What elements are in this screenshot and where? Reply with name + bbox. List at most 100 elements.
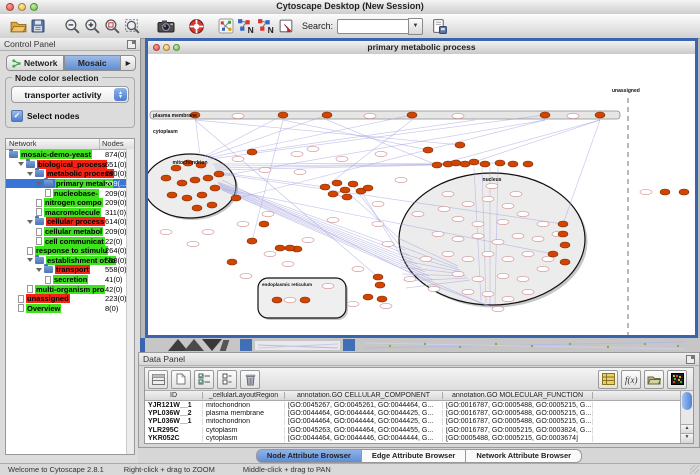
- column-header[interactable]: annotation.GO MOLECULAR_FUNCTION: [443, 392, 593, 399]
- table-cell[interactable]: [GO:0016787, GO:0005488, GO:0005215, G..…: [443, 410, 593, 417]
- table-cell[interactable]: [GO:0045267, GO:0045261, GO:0044464, G..…: [285, 402, 443, 409]
- small-node[interactable]: [395, 177, 407, 182]
- save-session-button[interactable]: [28, 16, 48, 36]
- tree-row-cellular-process[interactable]: cellular process614(0): [6, 217, 134, 227]
- table-cell[interactable]: [GO:0044464, GO:0044444, GO:0044425, G..…: [285, 410, 443, 417]
- small-node[interactable]: [462, 256, 474, 261]
- resize-grip[interactable]: [690, 465, 699, 474]
- selected-node[interactable]: [423, 147, 433, 153]
- selected-node[interactable]: [227, 259, 237, 265]
- tree-scrollbar[interactable]: [126, 149, 134, 454]
- small-node[interactable]: [486, 183, 498, 188]
- edge[interactable]: [221, 188, 429, 276]
- small-node[interactable]: [202, 229, 214, 234]
- tab-node-attribute-browser[interactable]: Node Attribute Browser: [256, 449, 362, 463]
- tree-row-response-to-stimulu[interactable]: response to stimulu264(0): [6, 246, 134, 256]
- table-cell[interactable]: YJR121W__1: [145, 402, 203, 409]
- open-session-button[interactable]: [8, 16, 28, 36]
- selected-node[interactable]: [182, 195, 192, 201]
- small-node[interactable]: [492, 306, 504, 311]
- tree-row-transport[interactable]: transport558(0): [6, 265, 134, 275]
- small-node[interactable]: [380, 303, 392, 308]
- new-attribute-button[interactable]: [171, 370, 191, 389]
- selected-node[interactable]: [278, 112, 288, 118]
- selected-node[interactable]: [285, 245, 295, 251]
- selected-node[interactable]: [523, 161, 533, 167]
- expand-arrow-icon[interactable]: [27, 220, 33, 224]
- tree-row-macromolecule[interactable]: macromolecule311(0): [6, 208, 134, 218]
- unselect-attributes-button[interactable]: [217, 370, 237, 389]
- layout-region-button[interactable]: [216, 16, 236, 36]
- selected-node[interactable]: [161, 175, 171, 181]
- small-node[interactable]: [510, 191, 522, 196]
- table-cell[interactable]: YLR295C: [145, 427, 203, 434]
- small-node[interactable]: [375, 151, 387, 156]
- selected-node[interactable]: [480, 161, 490, 167]
- selected-node[interactable]: [560, 242, 570, 248]
- selected-node[interactable]: [460, 161, 470, 167]
- small-node[interactable]: [372, 201, 384, 206]
- mosaic-expand-button[interactable]: N: [236, 16, 256, 36]
- small-node[interactable]: [262, 211, 274, 216]
- column-header[interactable]: _cellularLayoutRegion: [203, 392, 285, 399]
- small-node[interactable]: [482, 196, 494, 201]
- table-cell[interactable]: [GO:0016787, GO:0005488, GO:0005215, G..…: [443, 402, 593, 409]
- table-cell[interactable]: [GO:0016787, GO:0005488, GO:0005215, G..…: [443, 418, 593, 425]
- column-header[interactable]: ID: [145, 392, 203, 399]
- selected-node[interactable]: [377, 296, 387, 302]
- small-node[interactable]: [640, 189, 652, 194]
- small-node[interactable]: [264, 251, 276, 256]
- tree-col-nodes[interactable]: Nodes: [100, 139, 134, 149]
- small-node[interactable]: [462, 289, 474, 294]
- small-node[interactable]: [472, 276, 484, 281]
- selected-node[interactable]: [231, 195, 241, 201]
- small-node[interactable]: [497, 273, 509, 278]
- table-cell[interactable]: [GO:0005488, GO:0005215, GO:0003674]: [443, 435, 593, 442]
- small-node[interactable]: [522, 251, 534, 256]
- small-node[interactable]: [452, 113, 464, 118]
- selected-node[interactable]: [197, 192, 207, 198]
- network-canvas[interactable]: plasma membranecytoplasmmitochondrionnuc…: [148, 54, 695, 335]
- table-row[interactable]: YLR295Ccytoplasm[GO:0045263, GO:0044464,…: [145, 426, 681, 434]
- select-attributes-button[interactable]: [194, 370, 214, 389]
- selected-node[interactable]: [495, 160, 505, 166]
- select-nodes-checkbox[interactable]: ✓: [11, 110, 23, 122]
- table-header-row[interactable]: ID_cellularLayoutRegionannotation.GO CEL…: [145, 391, 681, 401]
- selected-node[interactable]: [348, 181, 358, 187]
- selected-node[interactable]: [322, 112, 332, 118]
- selected-node[interactable]: [167, 192, 177, 198]
- small-node[interactable]: [502, 296, 514, 301]
- edge[interactable]: [325, 120, 412, 187]
- small-node[interactable]: [364, 113, 376, 118]
- small-node[interactable]: [160, 229, 172, 234]
- small-node[interactable]: [482, 251, 494, 256]
- table-cell[interactable]: plasma membrane: [203, 410, 285, 417]
- small-node[interactable]: [232, 156, 244, 161]
- tree-row-multi-organism-pro[interactable]: multi-organism pro42(0): [6, 284, 134, 294]
- tree-row-biological-process[interactable]: biological_process651(0): [6, 160, 134, 170]
- expand-arrow-icon[interactable]: [27, 172, 33, 176]
- small-node[interactable]: [336, 156, 348, 161]
- tab-edge-attribute-browser[interactable]: Edge Attribute Browser: [362, 449, 466, 463]
- scrollbar-thumb[interactable]: [682, 392, 692, 410]
- small-node[interactable]: [372, 221, 384, 226]
- tree-row-cell-communicat[interactable]: cell communicat22(0): [6, 236, 134, 246]
- selected-node[interactable]: [548, 251, 558, 257]
- small-node[interactable]: [294, 169, 306, 174]
- selected-node[interactable]: [558, 221, 568, 227]
- table-cell[interactable]: YPL036W__2: [145, 410, 203, 417]
- small-node[interactable]: [259, 167, 271, 172]
- selected-node[interactable]: [342, 194, 352, 200]
- small-node[interactable]: [322, 283, 334, 288]
- zoom-fit-button[interactable]: [122, 16, 142, 36]
- selected-node[interactable]: [595, 112, 605, 118]
- tree-row-nucleobase-[interactable]: nucleobase-209(0): [6, 188, 134, 198]
- selected-node[interactable]: [332, 180, 342, 186]
- selected-node[interactable]: [407, 112, 417, 118]
- small-node[interactable]: [442, 251, 454, 256]
- node-color-dropdown[interactable]: transporter activity ▲▼: [11, 86, 129, 103]
- expand-arrow-icon[interactable]: [36, 268, 42, 272]
- scroll-down-arrow[interactable]: ▼: [681, 433, 693, 443]
- small-node[interactable]: [497, 219, 509, 224]
- small-node[interactable]: [492, 239, 504, 244]
